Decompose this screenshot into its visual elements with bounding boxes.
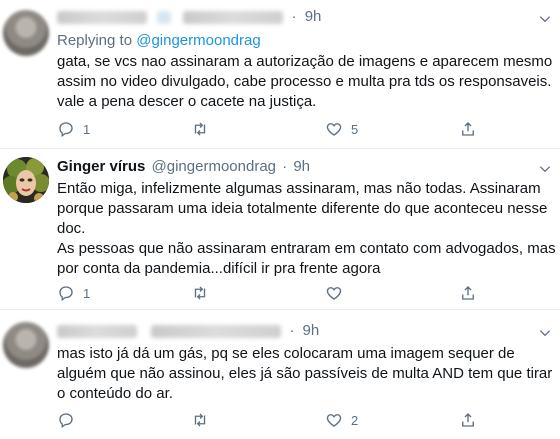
chevron-down-icon[interactable]	[538, 12, 552, 26]
tweet-2[interactable]: Ginger vírus @gingermoondrag · 9h Então …	[0, 149, 560, 309]
like-count: 2	[351, 412, 359, 428]
tweet-text: mas isto já dá um gás, pq se eles coloca…	[57, 345, 553, 402]
like-button[interactable]: 5	[325, 119, 358, 139]
tweet-time[interactable]: 9h	[305, 8, 322, 25]
tweet-header: Ginger vírus @gingermoondrag · 9h	[57, 158, 310, 175]
share-icon	[462, 413, 474, 427]
share-icon	[462, 122, 474, 136]
like-count: 5	[351, 121, 359, 137]
tweet-header: · 9h	[57, 8, 321, 25]
redacted-handle	[183, 10, 284, 24]
tweet-actions: 1 5	[57, 119, 497, 139]
display-name[interactable]: Ginger vírus	[57, 158, 145, 175]
like-button[interactable]	[325, 283, 351, 303]
redacted-name	[57, 10, 147, 24]
time-separator: ·	[291, 8, 297, 25]
replying-handle-link[interactable]: @gingermoondrag	[136, 32, 260, 49]
retweet-icon	[194, 286, 206, 300]
reply-button[interactable]: 1	[57, 119, 90, 139]
reply-count: 1	[83, 285, 91, 301]
tweet-time[interactable]: 9h	[303, 322, 320, 339]
retweet-icon	[194, 413, 206, 427]
redacted-name	[57, 324, 137, 338]
retweet-button[interactable]	[191, 283, 217, 303]
chevron-down-icon[interactable]	[538, 162, 552, 176]
tweet-time[interactable]: 9h	[293, 158, 310, 175]
share-icon	[462, 286, 474, 300]
avatar[interactable]	[3, 10, 49, 56]
reply-icon	[59, 286, 73, 302]
reply-count: 1	[83, 121, 91, 137]
drag-portrait-icon	[3, 157, 49, 203]
avatar[interactable]	[3, 157, 49, 203]
tweet-actions: 1	[57, 283, 497, 303]
avatar[interactable]	[3, 322, 49, 368]
tweet-1[interactable]: · 9h Replying to @gingermoondrag gata, s…	[0, 0, 560, 148]
chevron-down-icon[interactable]	[538, 326, 552, 340]
tweet-actions: 2	[57, 410, 497, 430]
reply-button[interactable]: 1	[57, 283, 90, 303]
share-button[interactable]	[459, 283, 477, 303]
redacted-badge	[157, 10, 172, 24]
replying-prefix: Replying to	[57, 32, 133, 49]
reply-button[interactable]	[57, 410, 83, 430]
reply-icon	[59, 122, 73, 138]
reply-icon	[59, 413, 73, 429]
time-separator: ·	[282, 158, 288, 175]
retweet-button[interactable]	[191, 410, 217, 430]
replying-to: Replying to @gingermoondrag	[57, 32, 261, 49]
tweet-text: Então miga, infelizmente algumas assinar…	[57, 180, 556, 277]
like-icon	[326, 287, 342, 300]
like-button[interactable]: 2	[325, 410, 358, 430]
tweet-3[interactable]: · 9h mas isto já dá um gás, pq se eles c…	[0, 310, 560, 439]
retweet-icon	[194, 122, 206, 136]
redacted-handle	[151, 324, 282, 338]
share-button[interactable]	[459, 119, 477, 139]
retweet-button[interactable]	[191, 119, 217, 139]
tweet-text: gata, se vcs nao assinaram a autorização…	[57, 53, 553, 110]
tweet-header: · 9h	[57, 322, 319, 339]
user-handle[interactable]: @gingermoondrag	[152, 158, 276, 175]
like-icon	[326, 123, 342, 136]
time-separator: ·	[289, 322, 295, 339]
like-icon	[326, 414, 342, 427]
share-button[interactable]	[459, 410, 477, 430]
